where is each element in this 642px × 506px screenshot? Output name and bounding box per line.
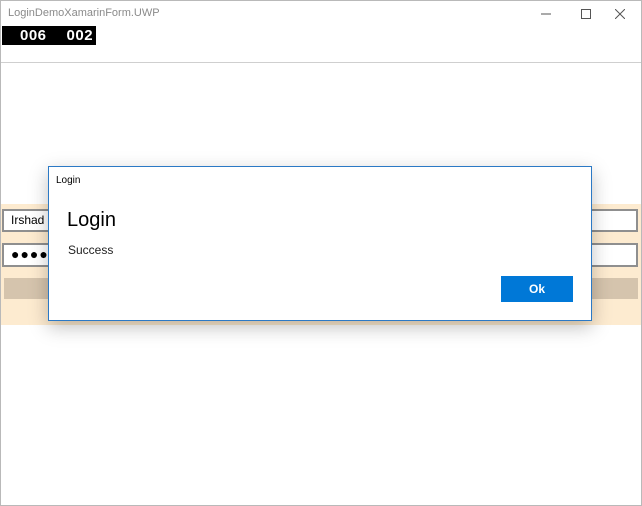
minimize-button[interactable]	[525, 1, 567, 27]
frame-counter-left: 006	[20, 27, 47, 44]
close-icon	[615, 9, 625, 19]
title-bar[interactable]: LoginDemoXamarinForm.UWP	[1, 1, 641, 27]
window-title: LoginDemoXamarinForm.UWP	[8, 7, 160, 19]
dialog-title: Login	[67, 209, 116, 231]
frame-counter-right: 002	[66, 27, 94, 44]
close-button[interactable]	[599, 1, 641, 27]
dialog-message: Success	[68, 243, 114, 257]
dialog-caption: Login	[56, 175, 81, 186]
content-divider	[1, 62, 641, 63]
minimize-icon	[541, 13, 551, 15]
login-dialog: Login Login Success Ok	[48, 166, 592, 321]
frame-rate-counter: 006 002	[2, 26, 97, 45]
ok-button[interactable]: Ok	[501, 276, 573, 302]
maximize-icon	[581, 9, 591, 19]
